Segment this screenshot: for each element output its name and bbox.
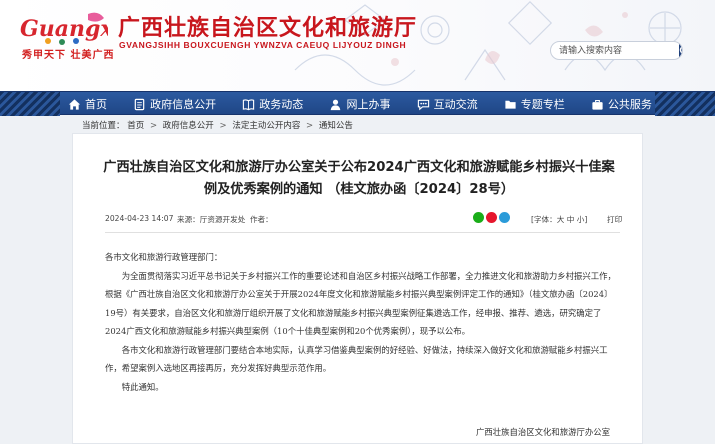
breadcrumb-link-home[interactable]: 首页 xyxy=(127,121,144,131)
nav-label: 专题专栏 xyxy=(520,98,565,111)
site-title: 广西壮族自治区文化和旅游厅 xyxy=(118,15,418,41)
breadcrumb-link-gov-info[interactable]: 政府信息公开 xyxy=(163,121,214,131)
font-size-control[interactable]: [字体：大 中 小] xyxy=(531,214,587,225)
nav-label: 网上办事 xyxy=(346,98,391,111)
person-icon xyxy=(331,99,341,110)
wechat-share-icon[interactable] xyxy=(473,212,484,223)
nav-item-home[interactable]: 首页 xyxy=(68,96,107,112)
nav-item-gov-info[interactable]: 政府信息公开 xyxy=(133,96,216,112)
nav-label: 首页 xyxy=(85,98,107,111)
paragraph: 为全面贯彻落实习近平总书记关于乡村振兴工作的重要论述和自治区乡村振兴战略工作部署… xyxy=(105,270,616,337)
book-icon xyxy=(243,98,255,110)
article-source: 来源：厅资源开发处 xyxy=(177,215,246,224)
qq-share-icon[interactable] xyxy=(499,212,510,223)
nav-label: 政府信息公开 xyxy=(150,98,217,111)
nav-item-interaction[interactable]: 互动交流 xyxy=(417,96,478,112)
breadcrumb-separator: > xyxy=(306,121,314,131)
nav-ornament-left xyxy=(0,92,60,116)
search-box xyxy=(550,41,683,60)
nav-label: 公共服务 xyxy=(607,98,652,111)
briefcase-icon xyxy=(592,99,603,110)
article-author: 作者： xyxy=(250,215,273,224)
breadcrumb-separator: > xyxy=(219,121,227,131)
breadcrumb-link-statutory[interactable]: 法定主动公开内容 xyxy=(232,121,300,131)
nav-item-special-topics[interactable]: 专题专栏 xyxy=(504,96,565,112)
header-banner: Guangxi 秀甲天下 壮美广西 广西壮族自治区文化和旅游厅 GVANGJSI… xyxy=(0,0,715,92)
article-title: 广西壮族自治区文化和旅游厅办公室关于公布2024广西文化和旅游赋能乡村振兴十佳案… xyxy=(103,160,615,197)
meta-divider xyxy=(105,232,620,233)
breadcrumb: 当前位置： 首页 > 政府信息公开 > 法定主动公开内容 > 通知公告 xyxy=(82,119,353,131)
nav-label: 互动交流 xyxy=(433,98,478,111)
document-icon xyxy=(134,98,145,110)
paragraph: 各市文化和旅游行政管理部门要结合本地实际，认真学习借鉴典型案例的好经验、好做法，… xyxy=(105,344,608,374)
nav-item-online-service[interactable]: 网上办事 xyxy=(329,96,390,112)
print-button[interactable]: 打印 xyxy=(607,214,622,225)
breadcrumb-separator: > xyxy=(149,121,158,131)
closing-line: 特此通知。 xyxy=(121,381,164,392)
chat-icon xyxy=(417,99,429,110)
share-buttons xyxy=(473,212,510,223)
guangxi-logo[interactable]: Guangxi xyxy=(18,8,108,50)
nav-item-public-service[interactable]: 公共服务 xyxy=(591,96,652,112)
publish-date: 2024-04-23 14:07 xyxy=(105,214,174,223)
signature: 广西壮族自治区文化和旅游厅办公室 xyxy=(476,427,610,437)
main-nav: 首页 政府信息公开 政务动态 网上办事 互动交流 专题专栏 公共服务 xyxy=(0,91,715,116)
salutation: 各市文化和旅游行政管理部门： xyxy=(105,252,223,262)
folder-icon xyxy=(505,100,516,109)
breadcrumb-prefix: 当前位置： xyxy=(82,121,125,131)
search-input[interactable] xyxy=(551,42,679,59)
article-card: 广西壮族自治区文化和旅游厅办公室关于公布2024广西文化和旅游赋能乡村振兴十佳案… xyxy=(72,133,643,444)
nav-item-gov-news[interactable]: 政务动态 xyxy=(242,96,303,112)
nav-label: 政务动态 xyxy=(259,98,304,111)
nav-ornament-right xyxy=(655,92,715,116)
breadcrumb-link-notices[interactable]: 通知公告 xyxy=(319,121,353,131)
home-icon xyxy=(68,98,81,110)
site-subtitle: GVANGJSIHH BOUXCUENGH YWNZVA CAEUQ LIJYO… xyxy=(119,40,407,50)
slogan: 秀甲天下 壮美广西 xyxy=(22,50,115,61)
article-body: 各市文化和旅游行政管理部门： 为全面贯彻落实习近平总书记关于乡村振兴工作的重要论… xyxy=(105,248,620,396)
article-meta: 2024-04-23 14:07 来源：厅资源开发处 作者： [字体：大 中 小… xyxy=(105,212,622,227)
weibo-share-icon[interactable] xyxy=(486,212,497,223)
